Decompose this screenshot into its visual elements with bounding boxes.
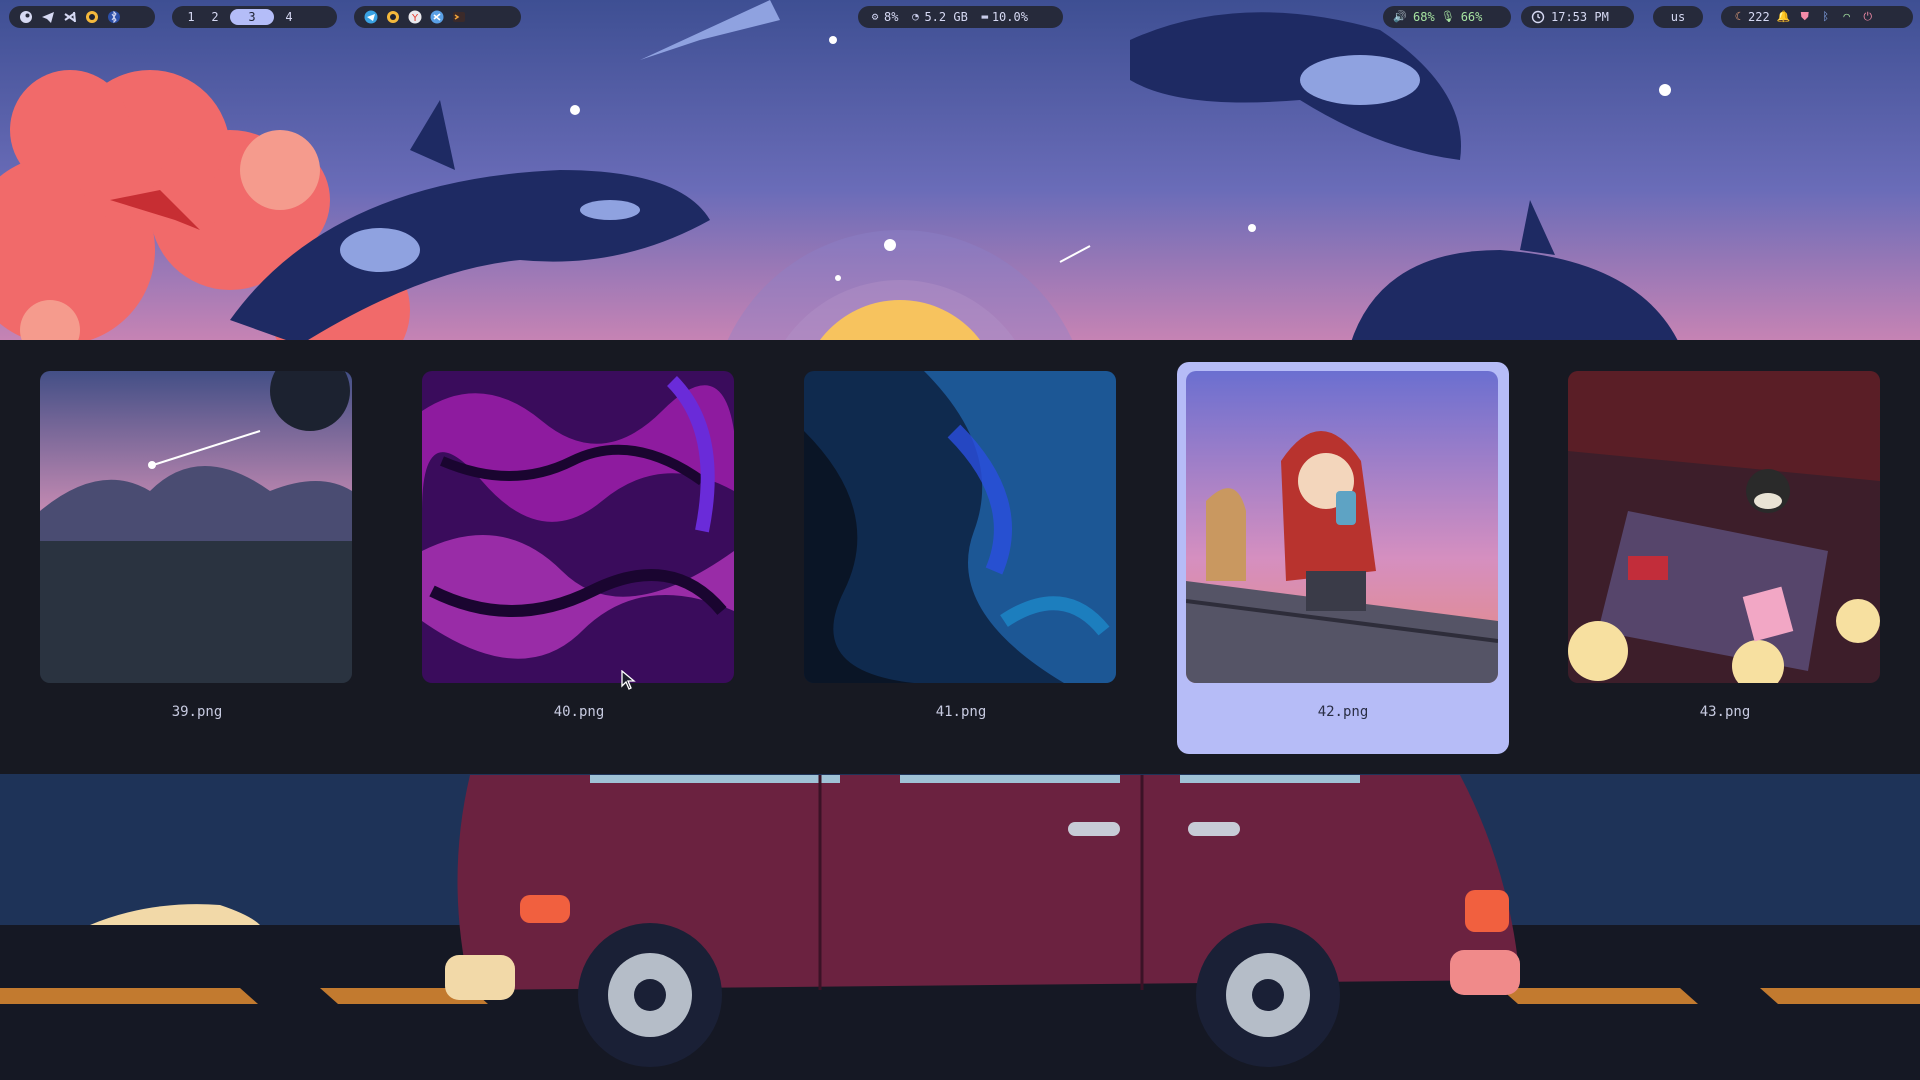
workspace-1[interactable]: 1: [182, 9, 200, 25]
running-apps-pill: Y: [354, 6, 521, 28]
mouse-cursor-icon: [621, 670, 636, 690]
wallpaper-card[interactable]: 43.png: [1559, 362, 1891, 754]
disk-usage: 10.0%: [991, 10, 1028, 24]
vscode-icon[interactable]: [63, 10, 77, 24]
workspace-2[interactable]: 2: [206, 9, 224, 25]
system-stats-pill: ⚙ 8% ◔ 5.2 GB ▬ 10.0%: [858, 6, 1063, 28]
vscode-icon[interactable]: [430, 10, 444, 24]
weather-app-icon[interactable]: [85, 10, 99, 24]
wallpaper-card[interactable]: 40.png: [413, 362, 745, 754]
steam-icon[interactable]: [19, 10, 33, 24]
volume-level[interactable]: 68%: [1413, 10, 1435, 24]
wallpaper-thumbnail: [1568, 371, 1880, 683]
wallpaper-card[interactable]: 41.png: [795, 362, 1127, 754]
disk-icon: ▬: [981, 10, 989, 23]
bluetooth-icon[interactable]: [107, 10, 121, 24]
pinned-apps-pill: [9, 6, 155, 28]
terminal-icon[interactable]: [452, 10, 466, 24]
wallpaper-filename: 43.png: [1699, 704, 1751, 720]
memory-usage: 5.2 GB: [924, 10, 968, 24]
workspace-switcher: 1234: [172, 6, 337, 28]
wallpaper-thumbnail: [804, 371, 1116, 683]
shield-icon[interactable]: ⛊: [1798, 10, 1812, 24]
clock-time: 17:53 PM: [1551, 10, 1609, 24]
wallpaper-thumbnail: [40, 371, 352, 683]
keyboard-layout-pill[interactable]: us: [1653, 6, 1703, 28]
telegram-icon[interactable]: [364, 10, 378, 24]
mic-level[interactable]: 66%: [1461, 10, 1483, 24]
notification-icon[interactable]: 🔔: [1777, 10, 1791, 24]
wallpaper-filename: 40.png: [553, 704, 605, 720]
moon-icon: ☾: [1734, 10, 1742, 23]
sun-app-icon[interactable]: [386, 10, 400, 24]
cpu-usage: 8%: [884, 10, 899, 24]
volume-icon[interactable]: 🔊: [1393, 10, 1407, 24]
wallpaper-card-selected[interactable]: 42.png: [1177, 362, 1509, 754]
workspace-4[interactable]: 4: [280, 9, 298, 25]
keyboard-layout: us: [1670, 10, 1686, 24]
power-icon[interactable]: ⏻: [1861, 10, 1875, 24]
clock-icon: [1531, 10, 1545, 24]
telegram-icon[interactable]: [41, 10, 55, 24]
svg-text:Y: Y: [411, 13, 419, 24]
workspace-3[interactable]: 3: [230, 9, 274, 25]
memory-icon: ◔: [912, 10, 919, 23]
microphone-icon[interactable]: 🎙: [1441, 10, 1455, 24]
tray-pill: ☾ 222 🔔 ⛊ ᛒ ◠ ⏻: [1721, 6, 1913, 28]
wallpaper-filename: 42.png: [1317, 704, 1369, 720]
wallpaper-filename: 39.png: [171, 704, 223, 720]
wallpaper-thumbnail: [1186, 371, 1498, 683]
wallpaper-thumbnail: [422, 371, 734, 683]
wallpaper-filename: 41.png: [935, 704, 987, 720]
yandex-icon[interactable]: Y: [408, 10, 422, 24]
wifi-icon[interactable]: ◠: [1840, 10, 1854, 24]
bluetooth-icon[interactable]: ᛒ: [1819, 10, 1833, 24]
tray-count: 222: [1748, 10, 1770, 24]
cpu-icon: ⚙: [871, 10, 879, 23]
wallpaper-card[interactable]: 39.png: [31, 362, 363, 754]
wallpaper-selector: 39.png 40.png 41.png 42.png 43.png: [0, 340, 1920, 774]
audio-pill: 🔊 68% 🎙 66%: [1383, 6, 1511, 28]
clock-pill[interactable]: 17:53 PM: [1521, 6, 1634, 28]
